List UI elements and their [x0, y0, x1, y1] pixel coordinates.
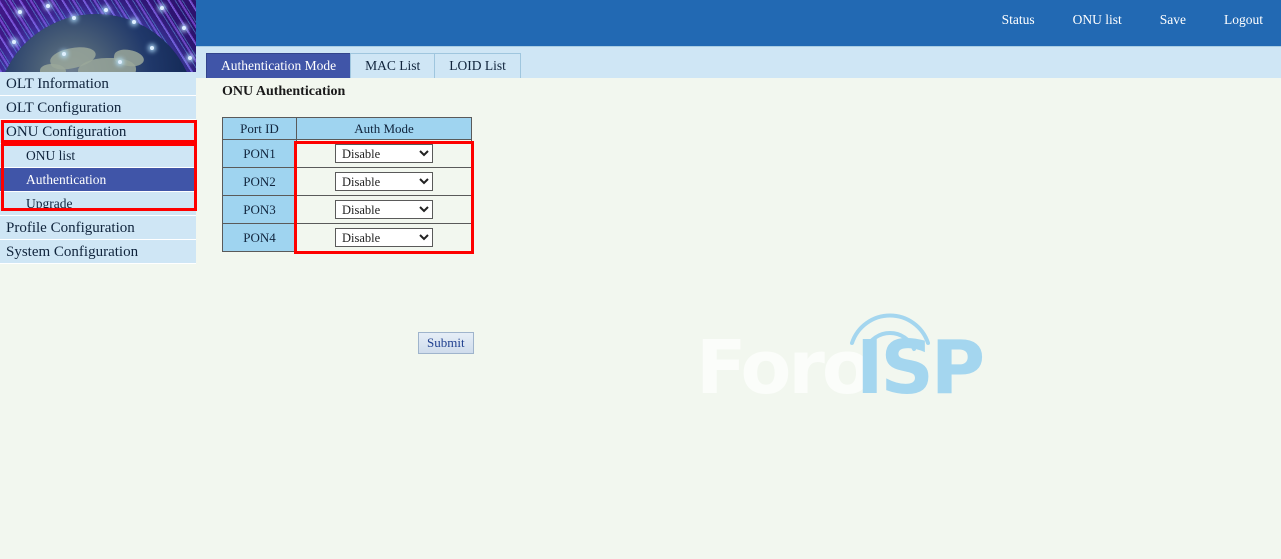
auth-mode-select-pon2[interactable]: DisableMACLOIDLOID+PASSWORDMAC+LOID	[335, 172, 433, 191]
table-row: PON2 DisableMACLOIDLOID+PASSWORDMAC+LOID	[223, 168, 472, 196]
auth-mode-select-pon3[interactable]: DisableMACLOIDLOID+PASSWORDMAC+LOID	[335, 200, 433, 219]
content-area: ONU Authentication Port ID Auth Mode PON…	[196, 78, 1281, 559]
tab-loid-list[interactable]: LOID List	[434, 53, 521, 78]
sidebar-item-olt-configuration[interactable]: OLT Configuration	[0, 96, 196, 120]
header-links: Status ONU list Save Logout	[1002, 12, 1263, 28]
wifi-arcs-icon	[844, 309, 936, 355]
sidebar-item-olt-information[interactable]: OLT Information	[0, 72, 196, 96]
cell-port-pon4: PON4	[223, 224, 297, 252]
table-header-row: Port ID Auth Mode	[223, 118, 472, 140]
auth-mode-select-pon4[interactable]: DisableMACLOIDLOID+PASSWORDMAC+LOID	[335, 228, 433, 247]
cell-port-pon2: PON2	[223, 168, 297, 196]
tab-list: Authentication Mode MAC List LOID List	[206, 53, 520, 78]
auth-mode-select-pon1[interactable]: DisableMACLOIDLOID+PASSWORDMAC+LOID	[335, 144, 433, 163]
sidebar-nav: OLT Information OLT Configuration ONU Co…	[0, 72, 196, 264]
tab-authentication-mode[interactable]: Authentication Mode	[206, 53, 351, 78]
sidebar-item-authentication[interactable]: Authentication	[0, 168, 196, 192]
column-header-auth-mode: Auth Mode	[297, 118, 472, 140]
table-row: PON4 DisableMACLOIDLOID+PASSWORDMAC+LOID	[223, 224, 472, 252]
header-link-save[interactable]: Save	[1160, 12, 1186, 28]
column-header-port-id: Port ID	[223, 118, 297, 140]
auth-mode-table: Port ID Auth Mode PON1 DisableMACLOIDLOI…	[222, 117, 472, 252]
cell-auth-mode-pon4: DisableMACLOIDLOID+PASSWORDMAC+LOID	[297, 224, 472, 252]
sidebar-item-onu-list[interactable]: ONU list	[0, 144, 196, 168]
sidebar-item-system-configuration[interactable]: System Configuration	[0, 240, 196, 264]
top-header-bar: Status ONU list Save Logout	[196, 0, 1281, 46]
sidebar-item-profile-configuration[interactable]: Profile Configuration	[0, 216, 196, 240]
page-title: ONU Authentication	[222, 84, 345, 100]
header-link-logout[interactable]: Logout	[1224, 12, 1263, 28]
tab-mac-list[interactable]: MAC List	[350, 53, 435, 78]
page-root: OLT Information OLT Configuration ONU Co…	[0, 0, 1281, 559]
light-dots-decoration	[0, 0, 196, 72]
watermark-text-foro: Foro	[696, 331, 870, 405]
cell-port-pon1: PON1	[223, 140, 297, 168]
header-link-status[interactable]: Status	[1002, 12, 1035, 28]
sidebar-item-upgrade[interactable]: Upgrade	[0, 192, 196, 216]
table-row: PON1 DisableMACLOIDLOID+PASSWORDMAC+LOID	[223, 140, 472, 168]
sidebar-item-onu-configuration[interactable]: ONU Configuration	[0, 120, 196, 144]
foroisp-watermark: Foro ISP	[696, 311, 986, 416]
submit-button[interactable]: Submit	[418, 332, 474, 354]
header-link-onu-list[interactable]: ONU list	[1073, 12, 1122, 28]
cell-port-pon3: PON3	[223, 196, 297, 224]
cell-auth-mode-pon3: DisableMACLOIDLOID+PASSWORDMAC+LOID	[297, 196, 472, 224]
cell-auth-mode-pon2: DisableMACLOIDLOID+PASSWORDMAC+LOID	[297, 168, 472, 196]
tab-strip: Authentication Mode MAC List LOID List	[196, 46, 1281, 78]
cell-auth-mode-pon1: DisableMACLOIDLOID+PASSWORDMAC+LOID	[297, 140, 472, 168]
watermark-text-isp: ISP	[856, 331, 982, 405]
table-row: PON3 DisableMACLOIDLOID+PASSWORDMAC+LOID	[223, 196, 472, 224]
banner-image	[0, 0, 196, 72]
